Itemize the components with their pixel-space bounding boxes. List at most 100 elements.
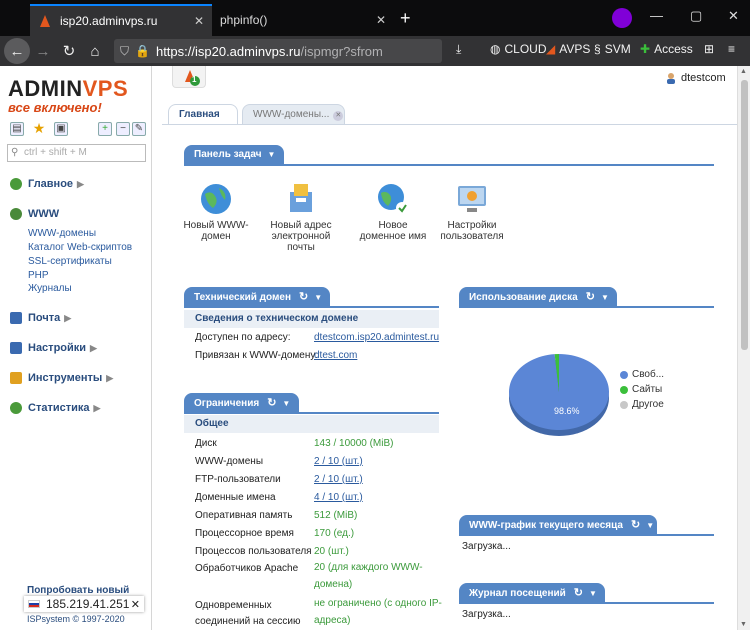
- legend-item-free[interactable]: Своб...: [620, 369, 664, 380]
- tech-domain-header[interactable]: Технический домен ↻ ▼: [184, 287, 330, 307]
- refresh-icon[interactable]: ↻: [586, 291, 595, 303]
- expand-icon[interactable]: +: [98, 122, 112, 136]
- refresh-icon[interactable]: ↻: [299, 291, 308, 303]
- scroll-up-icon[interactable]: ▲: [740, 68, 747, 75]
- legend-item-sites[interactable]: Сайты: [620, 384, 662, 395]
- limit-key: Оперативная память: [195, 510, 293, 521]
- download-icon[interactable]: ⤓: [456, 42, 461, 57]
- url-host: https://isp20.adminvps.ru: [155, 43, 301, 59]
- try-new-link[interactable]: Попробовать новый: [27, 585, 129, 596]
- sidebar-section-settings[interactable]: Настройки ▶: [10, 342, 97, 354]
- visits-log-header[interactable]: Журнал посещений ↻ ▼: [459, 583, 605, 603]
- tech-domain-www-link[interactable]: dtest.com: [314, 350, 357, 361]
- settings-icon: [10, 342, 22, 354]
- task-new-email[interactable]: Новый адрес электронной почты: [266, 182, 336, 253]
- www-graph-header[interactable]: WWW-график текущего месяца ↻ ▼: [459, 515, 657, 535]
- bookmark-access[interactable]: ✚ Access: [640, 42, 693, 56]
- menu-search-input[interactable]: ⚲ ctrl + shift + M: [7, 144, 146, 162]
- close-tab-icon[interactable]: ✕: [333, 111, 344, 121]
- refresh-icon[interactable]: ↻: [267, 397, 276, 409]
- close-window-button[interactable]: ✕: [728, 8, 739, 24]
- address-bar[interactable]: ⛉ 🔒 https://isp20.adminvps.ru /ispmgr?sf…: [114, 39, 442, 63]
- tech-domain-address-link[interactable]: dtestcom.isp20.admintest.ru: [314, 332, 439, 343]
- limit-value: 20 (для каждого WWW-домена): [314, 562, 423, 590]
- sidebar-section-www[interactable]: WWW: [10, 208, 59, 220]
- browser-tab-phpinfo[interactable]: phpinfo() ✕: [212, 4, 394, 36]
- limits-header[interactable]: Ограничения ↻ ▼: [184, 393, 299, 413]
- tab-www-domains[interactable]: WWW-домены... ✕: [242, 104, 345, 124]
- disk-usage-header[interactable]: Использование диска ↻ ▼: [459, 287, 617, 307]
- reload-button[interactable]: ↻: [56, 38, 82, 64]
- chevron-down-icon: ▼: [646, 521, 655, 530]
- task-new-www-domain[interactable]: Новый WWW-домен: [181, 182, 251, 242]
- sidebar-item-ssl[interactable]: SSL-сертификаты: [28, 256, 112, 267]
- minimize-button[interactable]: —: [650, 8, 663, 23]
- svm-icon: §: [594, 42, 601, 56]
- close-tab-icon[interactable]: ✕: [194, 14, 204, 28]
- refresh-icon[interactable]: ↻: [631, 519, 640, 531]
- home-button[interactable]: ⌂: [82, 38, 108, 64]
- limit-value: не ограничено (с одного IP-адреса): [314, 598, 442, 626]
- forward-button[interactable]: →: [30, 38, 56, 64]
- new-tab-button[interactable]: +: [400, 8, 411, 29]
- bookmark-cloud[interactable]: ◍ CLOUD: [490, 42, 547, 56]
- sidebar-section-main[interactable]: Главное ▶: [10, 178, 84, 190]
- bookmark-svm[interactable]: § SVM: [594, 42, 631, 56]
- maximize-button[interactable]: ▢: [690, 8, 702, 24]
- chevron-right-icon: ▶: [106, 372, 114, 383]
- notification-badge: 1: [192, 75, 197, 84]
- sidebar-item-php[interactable]: PHP: [28, 270, 49, 281]
- logo[interactable]: ADMINVPS все включено!: [8, 76, 148, 115]
- bookmark-avps[interactable]: ◢ AVPS: [546, 42, 590, 56]
- limit-key: Доменные имена: [195, 492, 276, 503]
- tab-title: isp20.adminvps.ru: [60, 14, 158, 28]
- refresh-icon[interactable]: ↻: [574, 587, 583, 599]
- tree-icon[interactable]: ▤: [10, 122, 24, 136]
- legend-dot: [620, 400, 628, 409]
- globe-icon: [10, 208, 22, 220]
- mail-icon: [10, 312, 22, 324]
- task-user-settings[interactable]: Настройки пользователя: [437, 182, 507, 242]
- close-tab-icon[interactable]: ✕: [376, 13, 386, 27]
- extensions-icon[interactable]: ⊞: [704, 42, 714, 56]
- notification-area[interactable]: 1: [172, 66, 206, 88]
- ip-address: 185.219.41.251: [46, 597, 130, 611]
- pin-icon[interactable]: ✎: [132, 122, 146, 136]
- limit-value-link[interactable]: 2 / 10 (шт.): [314, 456, 363, 467]
- limits-subheader: Общее: [184, 415, 439, 433]
- sidebar-section-stats[interactable]: Статистика ▶: [10, 402, 100, 414]
- tab-main[interactable]: Главная: [168, 104, 238, 124]
- tech-domain-key: Привязан к WWW-домену:: [195, 350, 319, 361]
- browser-tab-active[interactable]: isp20.adminvps.ru ✕: [30, 4, 212, 36]
- tasks-panel-header[interactable]: Панель задач ▼: [184, 145, 284, 165]
- chevron-down-icon: ▼: [282, 399, 291, 408]
- user-menu[interactable]: dtestcom: [665, 72, 726, 84]
- briefcase-icon[interactable]: ▣: [54, 122, 68, 136]
- www-graph-loading: Загрузка...: [462, 541, 511, 552]
- scroll-down-icon[interactable]: ▼: [740, 621, 747, 628]
- legend-item-other[interactable]: Другое: [620, 399, 664, 410]
- collapse-icon[interactable]: −: [116, 122, 130, 136]
- close-icon[interactable]: ✕: [131, 598, 140, 611]
- tab-title: phpinfo(): [220, 13, 268, 27]
- limit-value-link[interactable]: 4 / 10 (шт.): [314, 492, 363, 503]
- user-icon: [665, 72, 677, 84]
- page-scrollbar[interactable]: ▲ ▼: [737, 66, 750, 630]
- sidebar-section-mail[interactable]: Почта ▶: [10, 312, 71, 324]
- limit-key: FTP-пользователи: [195, 474, 281, 485]
- scrollbar-thumb[interactable]: [741, 80, 748, 350]
- adminvps-favicon-icon: [38, 14, 52, 28]
- sidebar: ADMINVPS все включено! ▤ ★ ▣ + − ✎ ⚲ ctr…: [0, 66, 152, 630]
- monitor-settings-icon: [455, 182, 489, 216]
- sidebar-item-web-scripts[interactable]: Каталог Web-скриптов: [28, 242, 132, 253]
- sidebar-item-www-domains[interactable]: WWW-домены: [28, 228, 96, 239]
- menu-icon[interactable]: ≡: [728, 42, 735, 56]
- sidebar-section-tools[interactable]: Инструменты ▶: [10, 372, 113, 384]
- chevron-down-icon: ▼: [267, 150, 276, 159]
- sidebar-item-logs[interactable]: Журналы: [28, 283, 72, 294]
- main-content: 1 dtestcom Главная WWW-домены... ✕ Панель…: [152, 66, 737, 630]
- task-new-domain-name[interactable]: Новое доменное имя: [358, 182, 428, 242]
- limit-value-link[interactable]: 2 / 10 (шт.): [314, 474, 363, 485]
- star-icon[interactable]: ★: [32, 121, 46, 136]
- back-button[interactable]: ←: [4, 38, 30, 64]
